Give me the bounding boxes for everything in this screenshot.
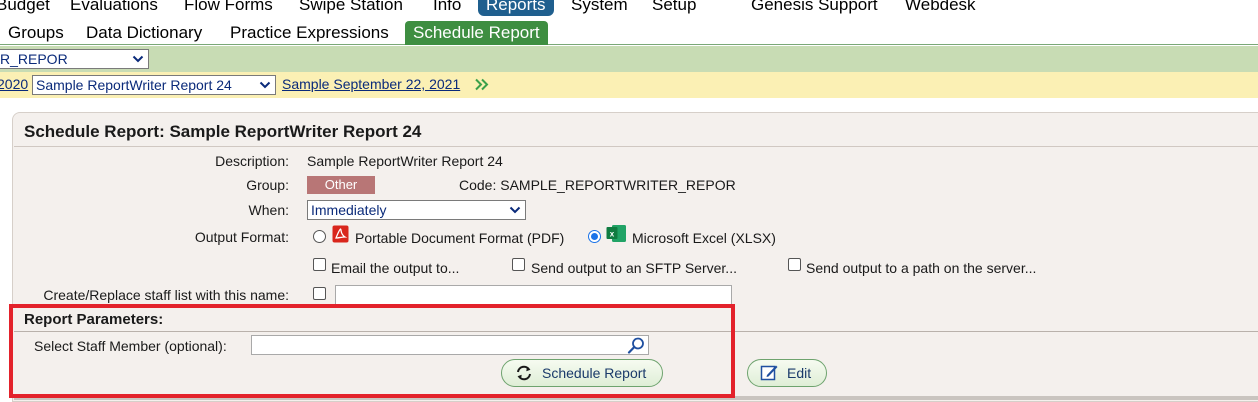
report-parameters-title: Report Parameters: bbox=[24, 311, 164, 328]
chevron-down-icon bbox=[259, 81, 271, 89]
report-parameters-divider bbox=[14, 331, 1258, 332]
pdf-icon bbox=[332, 225, 349, 243]
menu-item-swipe-station[interactable]: Swipe Station bbox=[291, 0, 411, 16]
schedule-report-button-label: Schedule Report bbox=[542, 365, 647, 381]
double-chevron-right-icon[interactable] bbox=[475, 78, 489, 91]
group-badge: Other bbox=[307, 176, 375, 194]
sftp-output-checkbox[interactable] bbox=[512, 258, 525, 271]
report-group-bar: R_REPOR bbox=[0, 46, 1258, 72]
email-output-label: Email the output to... bbox=[331, 260, 460, 276]
description-value: Sample ReportWriter Report 24 bbox=[307, 153, 503, 169]
staff-member-input[interactable] bbox=[251, 335, 649, 355]
staff-list-checkbox[interactable] bbox=[313, 287, 326, 300]
top-menu-bar: Budget Evaluations Flow Forms Swipe Stat… bbox=[0, 0, 1258, 18]
menu-item-budget[interactable]: Budget bbox=[0, 0, 58, 16]
output-format-label: Output Format: bbox=[194, 229, 289, 245]
staff-list-name-input[interactable] bbox=[335, 285, 732, 307]
sub-tab-bar: Groups Data Dictionary Practice Expressi… bbox=[0, 18, 1258, 45]
report-selector-bar: 2020 Sample ReportWriter Report 24 Sampl… bbox=[0, 72, 1258, 98]
excel-icon: x bbox=[606, 225, 626, 242]
search-icon[interactable] bbox=[626, 336, 646, 354]
report-select[interactable]: Sample ReportWriter Report 24 bbox=[32, 75, 276, 95]
pdf-radio[interactable] bbox=[313, 230, 326, 243]
menu-item-webdesk[interactable]: Webdesk bbox=[897, 0, 984, 16]
report-select-value: Sample ReportWriter Report 24 bbox=[36, 77, 232, 93]
svg-text:x: x bbox=[610, 230, 615, 239]
server-path-checkbox[interactable] bbox=[788, 258, 801, 271]
xlsx-radio[interactable] bbox=[588, 230, 601, 243]
title-divider bbox=[14, 146, 1258, 147]
staff-list-label: Create/Replace staff list with this name… bbox=[43, 287, 289, 303]
group-label: Group: bbox=[246, 177, 289, 193]
report-group-select-value: R_REPOR bbox=[0, 51, 68, 67]
schedule-report-button[interactable]: Schedule Report bbox=[501, 359, 663, 387]
chevron-down-icon bbox=[132, 55, 144, 63]
menu-item-genesis-support[interactable]: Genesis Support bbox=[743, 0, 886, 16]
edit-button-label: Edit bbox=[787, 365, 812, 381]
server-path-label: Send output to a path on the server... bbox=[806, 260, 1037, 276]
edit-button[interactable]: Edit bbox=[747, 359, 827, 387]
when-select[interactable]: Immediately bbox=[307, 200, 526, 220]
menu-item-flow-forms[interactable]: Flow Forms bbox=[176, 0, 281, 16]
menu-item-reports[interactable]: Reports bbox=[478, 0, 554, 16]
email-output-checkbox[interactable] bbox=[313, 258, 326, 271]
year-link[interactable]: 2020 bbox=[0, 76, 28, 92]
menu-item-info[interactable]: Info bbox=[425, 0, 469, 16]
page-title: Schedule Report: Sample ReportWriter Rep… bbox=[24, 122, 422, 141]
description-label: Description: bbox=[215, 153, 289, 169]
tab-groups[interactable]: Groups bbox=[4, 21, 68, 45]
panel-bottom-border bbox=[14, 396, 1258, 400]
tab-schedule-report[interactable]: Schedule Report bbox=[405, 21, 548, 45]
when-label: When: bbox=[248, 202, 289, 218]
xlsx-option-label: Microsoft Excel (XLSX) bbox=[632, 230, 776, 246]
menu-item-setup[interactable]: Setup bbox=[644, 0, 704, 16]
staff-member-label: Select Staff Member (optional): bbox=[34, 338, 227, 354]
code-text: Code: SAMPLE_REPORTWRITER_REPOR bbox=[459, 177, 736, 193]
edit-icon bbox=[760, 365, 778, 381]
tab-data-dictionary[interactable]: Data Dictionary bbox=[82, 21, 206, 45]
tab-practice-expressions[interactable]: Practice Expressions bbox=[226, 21, 393, 45]
refresh-icon bbox=[517, 365, 531, 381]
sftp-output-label: Send output to an SFTP Server... bbox=[531, 260, 737, 276]
menu-item-evaluations[interactable]: Evaluations bbox=[62, 0, 166, 16]
when-select-value: Immediately bbox=[311, 202, 387, 218]
report-group-select[interactable]: R_REPOR bbox=[0, 49, 149, 69]
pdf-option-label: Portable Document Format (PDF) bbox=[355, 230, 565, 246]
chevron-down-icon bbox=[509, 206, 521, 214]
menu-item-system[interactable]: System bbox=[563, 0, 636, 16]
report-date-link[interactable]: Sample September 22, 2021 bbox=[282, 76, 460, 92]
